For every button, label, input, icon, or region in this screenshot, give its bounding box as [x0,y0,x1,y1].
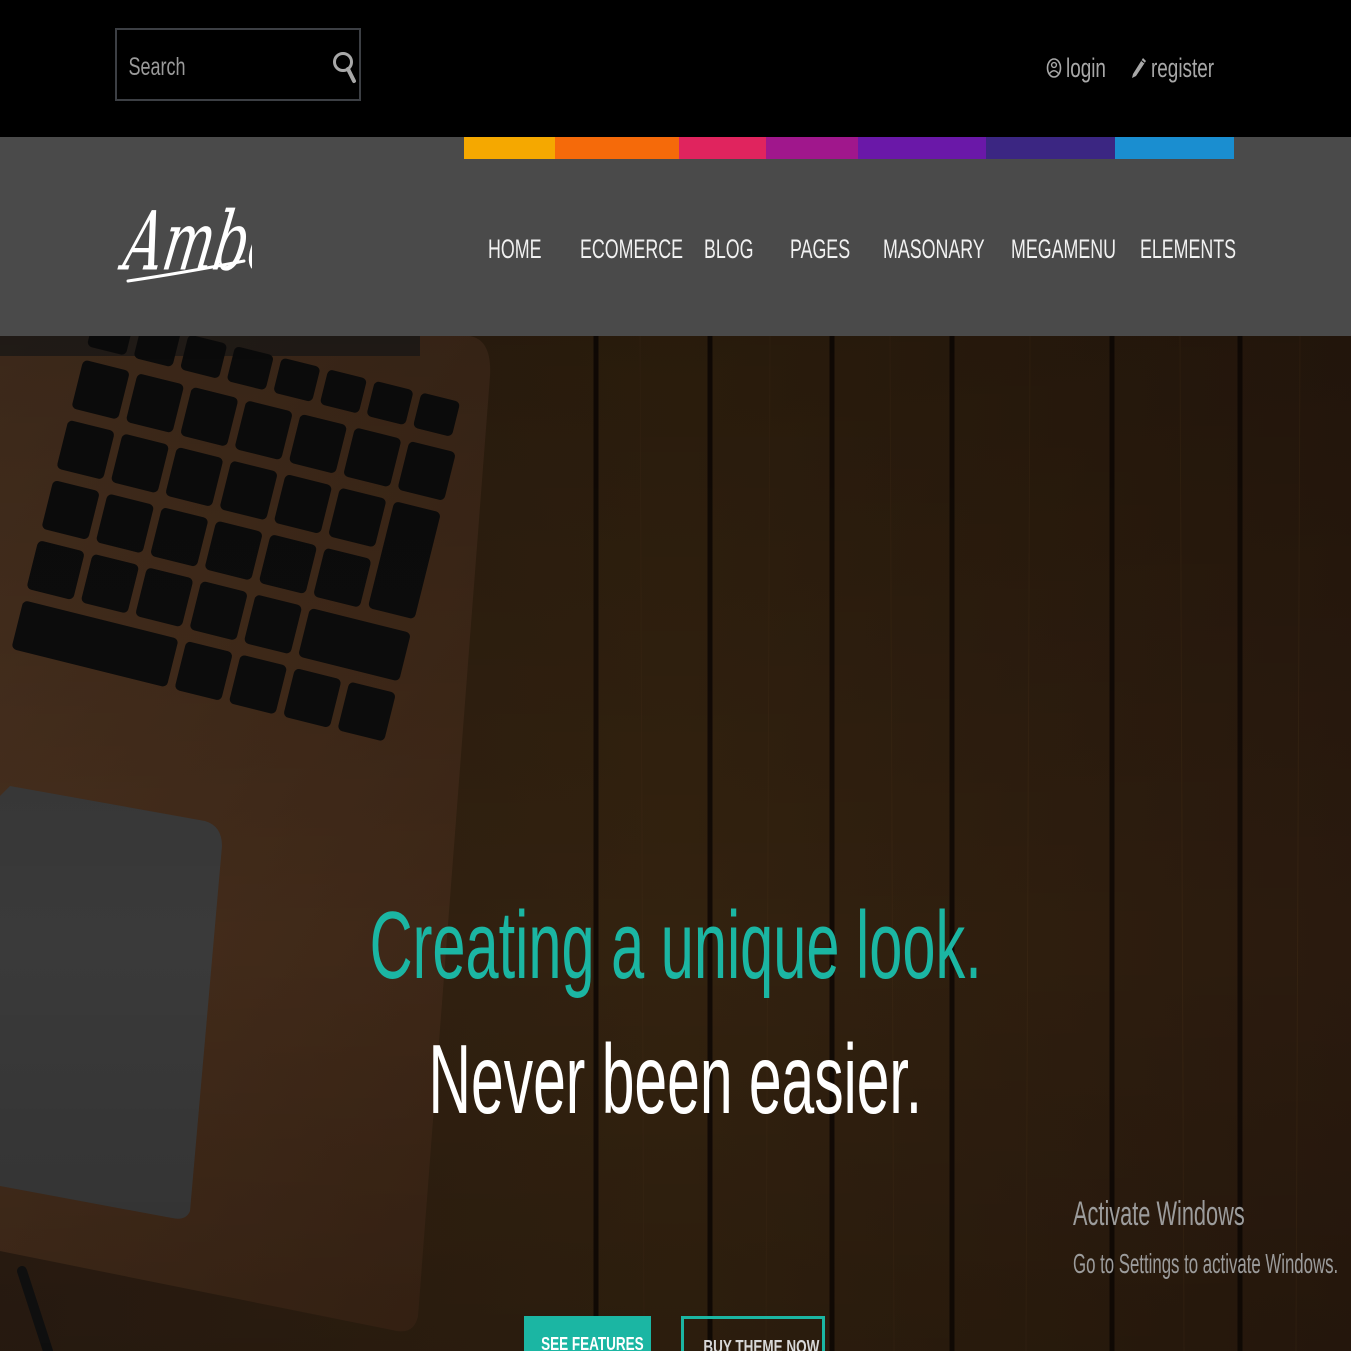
color-strip-segment [464,137,555,159]
user-circle-icon [1046,58,1062,78]
nav-item-label: PAGES [790,234,851,264]
activate-windows-title: Activate Windows [1073,1195,1245,1233]
hero-heading-text: Creating a unique look. [369,892,982,999]
search-icon[interactable] [331,49,357,85]
nav-item-home[interactable]: HOME [488,229,569,269]
hero-subheading: Never been easier. [0,1024,1351,1134]
nav-item-elements[interactable]: ELEMENTS [1140,229,1286,269]
color-strip-segment [555,137,679,159]
see-features-label: SEE FEATURES [541,1334,644,1351]
main-navbar: Amber HOME ECOMERCE BLOG PAGES MASONARY … [0,137,1351,336]
buy-theme-label: BUY THEME NOW [703,1337,820,1351]
login-link[interactable]: login [1046,48,1123,88]
color-strip-segment [1115,137,1234,159]
nav-item-pages[interactable]: PAGES [790,229,881,269]
color-strip [464,137,1234,159]
nav-item-label: ELEMENTS [1140,234,1237,264]
logo[interactable]: Amber [112,177,252,297]
color-strip-segment [679,137,766,159]
top-bar: login register [0,0,1351,137]
register-label: register [1151,52,1215,83]
hero-subheading-text: Never been easier. [428,1024,923,1134]
nav-item-label: HOME [488,234,542,264]
color-strip-segment [986,137,1115,159]
color-strip-segment [858,137,986,159]
pencil-icon [1132,58,1146,78]
logo-text: Amber [114,196,252,290]
color-strip-segment [766,137,858,159]
nav-item-label: BLOG [704,234,754,264]
login-label: login [1066,52,1106,83]
page: login register Amber HOME ECOMERCE BLOG … [0,0,1351,1351]
buy-theme-button[interactable]: BUY THEME NOW [681,1316,825,1351]
nav-item-label: MEGAMENU [1011,234,1116,264]
register-link[interactable]: register [1131,48,1241,88]
see-features-button[interactable]: SEE FEATURES [524,1316,651,1351]
nav-item-label: ECOMERCE [580,234,683,264]
search-input[interactable] [127,48,267,86]
hero-heading: Creating a unique look. [0,891,1351,1001]
nav-item-label: MASONARY [883,234,985,264]
nav-item-blog[interactable]: BLOG [704,229,779,269]
search-box [115,28,361,101]
activate-windows-subtitle: Go to Settings to activate Windows. [1073,1248,1339,1279]
